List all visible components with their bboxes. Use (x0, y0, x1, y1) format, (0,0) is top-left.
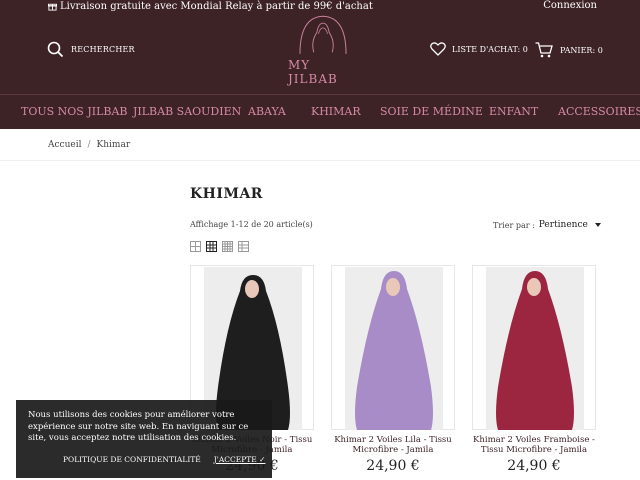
grid-2-view-icon[interactable] (190, 237, 201, 252)
wishlist-label: LISTE D'ACHAT: 0 (452, 44, 528, 54)
product-name[interactable]: Khimar 2 Voiles Framboise - Tissu Microf… (472, 435, 596, 455)
promo-banner: Livraison gratuite avec Mondial Relay à … (48, 0, 373, 13)
site-header: Livraison gratuite avec Mondial Relay à … (0, 0, 640, 94)
search-button[interactable]: RECHERCHER (47, 41, 135, 58)
cart-button[interactable]: PANIER: 0 (535, 42, 603, 58)
wishlist-button[interactable]: LISTE D'ACHAT: 0 (430, 42, 528, 56)
product-card[interactable]: Khimar 2 Voiles Framboise - Tissu Microf… (472, 265, 596, 480)
cookie-actions: POLITIQUE DE CONFIDENTIALITÉ J'ACCEPTE ✓ (63, 455, 265, 464)
gift-icon (48, 3, 57, 11)
nav-item-enfant[interactable]: ENFANT (489, 105, 538, 118)
nav-item-soie-de-medine[interactable]: SOIE DE MÉDINE (380, 105, 483, 118)
nav-item-tous-nos-jilbab[interactable]: TOUS NOS JILBAB (21, 105, 128, 118)
login-link[interactable]: Connexion (543, 0, 597, 11)
product-price: 24,90 € (366, 458, 420, 474)
product-image-frame[interactable] (472, 265, 596, 430)
product-price: 24,90 € (507, 458, 561, 474)
nav-item-khimar[interactable]: KHIMAR (311, 105, 361, 118)
product-count: Affichage 1-12 de 20 article(s) (190, 220, 313, 229)
promo-text: Livraison gratuite avec Mondial Relay à … (60, 1, 373, 12)
breadcrumb-home[interactable]: Accueil (48, 140, 81, 150)
cart-icon (535, 42, 553, 58)
page-title: KHIMAR (190, 186, 263, 202)
product-photo (345, 267, 443, 430)
cookie-banner: Nous utilisons des cookies pour améliore… (16, 400, 272, 478)
accept-cookies-button[interactable]: J'ACCEPTE ✓ (214, 455, 266, 464)
logo-emblem (299, 15, 347, 54)
view-switcher (190, 237, 249, 252)
search-icon (47, 41, 64, 58)
nav-item-abaya[interactable]: ABAYA (248, 105, 286, 118)
nav-item-jilbab-saoudien[interactable]: JILBAB SAOUDIEN (133, 105, 241, 118)
privacy-policy-link[interactable]: POLITIQUE DE CONFIDENTIALITÉ (63, 455, 201, 464)
grid-3-view-icon[interactable] (206, 237, 217, 252)
product-card[interactable]: Khimar 2 Voiles Lila - Tissu Microfibre … (331, 265, 455, 480)
search-label: RECHERCHER (71, 45, 135, 54)
product-name[interactable]: Khimar 2 Voiles Lila - Tissu Microfibre … (331, 435, 455, 455)
main-nav: TOUS NOS JILBAB JILBAB SAOUDIEN ABAYA KH… (0, 94, 640, 129)
list-view-icon[interactable] (238, 237, 249, 252)
site-logo[interactable]: MY JILBAB (288, 14, 358, 86)
chevron-down-icon (594, 223, 601, 227)
sort-value: Pertinence (538, 220, 588, 230)
heart-icon (430, 42, 446, 56)
accept-label: J'ACCEPTE (213, 455, 257, 464)
breadcrumb-divider (0, 160, 640, 161)
cart-label: PANIER: 0 (560, 45, 603, 55)
breadcrumb-separator: / (87, 140, 91, 150)
sort-dropdown[interactable]: Trier par : Pertinence (493, 220, 601, 230)
nav-item-accessoires[interactable]: ACCESSOIRES (558, 105, 640, 118)
grid-4-view-icon[interactable] (222, 237, 233, 252)
sort-label: Trier par : (493, 220, 535, 230)
product-image-frame[interactable] (331, 265, 455, 430)
cookie-text: Nous utilisons des cookies pour améliore… (28, 410, 249, 443)
breadcrumb: Accueil / Khimar (48, 140, 130, 150)
logo-text: MY JILBAB (288, 58, 338, 86)
product-photo (486, 267, 584, 430)
breadcrumb-current: Khimar (96, 140, 131, 150)
